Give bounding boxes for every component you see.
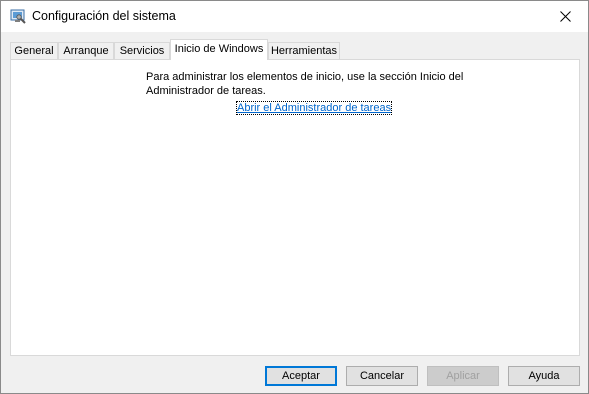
startup-tab-panel: Para administrar los elementos de inicio… [10, 59, 580, 356]
tab-servicios[interactable]: Servicios [114, 42, 170, 59]
tab-general[interactable]: General [10, 42, 58, 59]
cancel-button[interactable]: Cancelar [346, 366, 418, 386]
close-icon [559, 11, 571, 22]
tab-inicio-de-windows[interactable]: Inicio de Windows [170, 39, 268, 60]
startup-info-text: Para administrar los elementos de inicio… [146, 70, 476, 98]
apply-button[interactable]: Aplicar [427, 366, 499, 386]
open-task-manager-link[interactable]: Abrir el Administrador de tareas [235, 101, 393, 115]
system-configuration-window: Configuración del sistema General Arranq… [0, 0, 589, 394]
ok-button[interactable]: Aceptar [265, 366, 337, 386]
title-bar[interactable]: Configuración del sistema [1, 1, 588, 32]
tab-arranque[interactable]: Arranque [58, 42, 114, 59]
startup-info-line-2: Administrador de tareas. [146, 85, 266, 97]
open-task-manager-link-label: Abrir el Administrador de tareas [235, 101, 393, 115]
close-button[interactable] [542, 1, 588, 32]
window-title: Configuración del sistema [32, 9, 176, 23]
startup-info-line-1: Para administrar los elementos de inicio… [146, 71, 464, 83]
help-button[interactable]: Ayuda [508, 366, 580, 386]
msconfig-icon [10, 8, 26, 24]
tab-herramientas[interactable]: Herramientas [268, 42, 340, 59]
